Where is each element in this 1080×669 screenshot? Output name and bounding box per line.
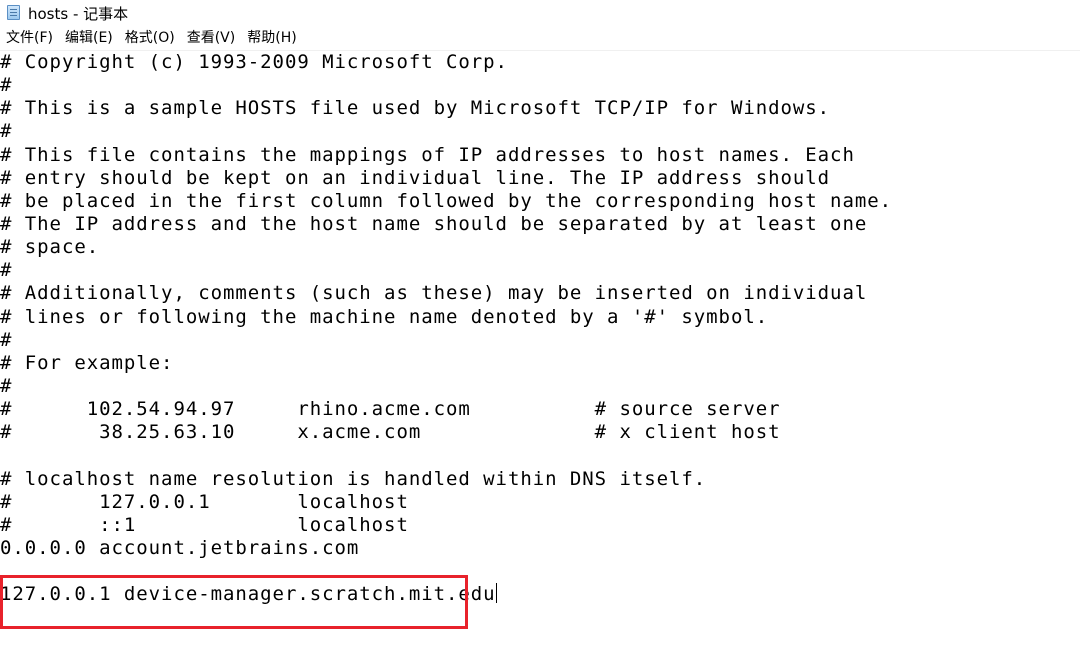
title-bar: hosts - 记事本 (0, 0, 1080, 26)
editor-line[interactable]: # ::1 localhost (0, 514, 892, 537)
editor-line[interactable]: # be placed in the first column followed… (0, 190, 892, 213)
menu-format[interactable]: 格式(O) (119, 27, 181, 49)
menu-bar: 文件(F) 编辑(E) 格式(O) 查看(V) 帮助(H) (0, 26, 1080, 51)
window-title: hosts - 记事本 (28, 4, 129, 23)
editor-line[interactable]: # For example: (0, 352, 892, 375)
editor-line[interactable]: # space. (0, 236, 892, 259)
editor-line[interactable]: # (0, 329, 892, 352)
editor-line[interactable]: # localhost name resolution is handled w… (0, 468, 892, 491)
editor-line[interactable]: # entry should be kept on an individual … (0, 167, 892, 190)
menu-file[interactable]: 文件(F) (0, 27, 59, 49)
editor-line[interactable] (0, 444, 892, 467)
notepad-icon (6, 5, 22, 21)
editor-line[interactable]: # This file contains the mappings of IP … (0, 144, 892, 167)
editor-line[interactable]: # 102.54.94.97 rhino.acme.com # source s… (0, 398, 892, 421)
text-editor-area[interactable]: # Copyright (c) 1993-2009 Microsoft Corp… (0, 51, 1080, 669)
editor-line[interactable]: # (0, 375, 892, 398)
editor-line[interactable]: # Additionally, comments (such as these)… (0, 282, 892, 305)
editor-line[interactable]: # 38.25.63.10 x.acme.com # x client host (0, 421, 892, 444)
menu-edit[interactable]: 编辑(E) (59, 27, 119, 49)
menu-view[interactable]: 查看(V) (181, 27, 242, 49)
editor-line[interactable]: 0.0.0.0 account.jetbrains.com (0, 537, 892, 560)
editor-line[interactable]: # This is a sample HOSTS file used by Mi… (0, 97, 892, 120)
editor-line[interactable]: # lines or following the machine name de… (0, 306, 892, 329)
editor-line[interactable]: # Copyright (c) 1993-2009 Microsoft Corp… (0, 51, 892, 74)
text-caret (495, 583, 497, 604)
editor-line[interactable]: # 127.0.0.1 localhost (0, 491, 892, 514)
editor-lines[interactable]: # Copyright (c) 1993-2009 Microsoft Corp… (0, 51, 892, 606)
highlight-box (0, 575, 468, 629)
editor-line[interactable]: # (0, 74, 892, 97)
editor-line[interactable]: # (0, 259, 892, 282)
editor-line[interactable]: # The IP address and the host name shoul… (0, 213, 892, 236)
menu-help[interactable]: 帮助(H) (241, 27, 302, 49)
editor-line[interactable]: # (0, 120, 892, 143)
notepad-window: hosts - 记事本 文件(F) 编辑(E) 格式(O) 查看(V) 帮助(H… (0, 0, 1080, 669)
